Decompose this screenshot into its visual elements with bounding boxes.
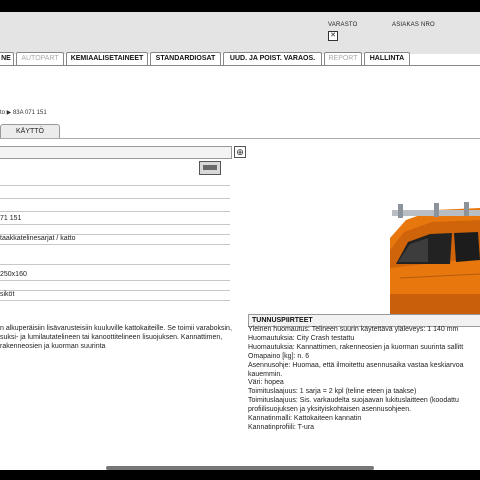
product-search-input[interactable] [0, 146, 232, 159]
feature-line: Huomautuksia: City Crash testattu [248, 334, 355, 342]
tab-report[interactable]: REPORT [324, 52, 362, 65]
tab-uud-ja-poist-varaos[interactable]: UUD. JA POIST. VARAOS. [223, 52, 322, 65]
feature-line: Toimituslaajuus: 1 sarja = 2 kpl (teline… [248, 388, 417, 396]
expand-plus-icon[interactable]: ⊕ [234, 146, 246, 158]
feature-line: Yleinen huomautus: Telineen suurin käyte… [248, 326, 459, 333]
tab-bar-divider [0, 65, 480, 66]
detail-field [0, 201, 230, 212]
detail-field [0, 188, 230, 199]
detail-field [0, 175, 230, 186]
main-tab-bar: NE AUTOPART KEMIAALISETAINEET STANDARDIO… [0, 52, 480, 66]
feature-line: profiilisuojuksen ja yksityiskohtaisen a… [248, 406, 412, 414]
feature-line: Väri: hopea [248, 379, 284, 387]
feature-line: Kannatinprofiili: T-ura [248, 423, 315, 431]
subtab-divider [0, 138, 480, 139]
tab-standardiosat[interactable]: STANDARDIOSAT [150, 52, 221, 65]
varasto-checkbox[interactable]: ✕ [328, 31, 338, 41]
tunnuspiirteet-list: Yleinen huomautus: Telineen suurin käyte… [248, 326, 480, 433]
feature-line: Kannatinmalli: Kattokaiteen kannatin [248, 415, 362, 423]
feature-line: Toimituslaajuus: Sis. varkaudelta suojaa… [248, 397, 459, 405]
tab-autopart[interactable]: AUTOPART [16, 52, 64, 65]
home-indicator[interactable] [106, 466, 374, 470]
feature-line: Huomautuksia: Kannattimen, rakenneosien … [248, 343, 464, 351]
tab-kaytto[interactable]: KÄYTTÖ [0, 124, 60, 139]
breadcrumb[interactable]: to ▶ 83A 071 151 [0, 109, 47, 116]
product-photo [390, 198, 480, 322]
asiakas-nro-label: ASIAKAS NRO [392, 22, 435, 28]
app-window: VARASTO ASIAKAS NRO ✕ NE AUTOPART KEMIAA… [0, 12, 480, 470]
tab-ne[interactable]: NE [0, 52, 14, 65]
detail-field-parts: siköt [0, 290, 230, 301]
detail-field [0, 254, 230, 265]
keyboard-icon[interactable] [199, 161, 221, 175]
product-description: n alkuperäisiin lisävarusteisiin kuuluvi… [0, 325, 232, 350]
tab-kemiaaliset-aineet[interactable]: KEMIAALISETAINEET [66, 52, 148, 65]
feature-line: kauemmin. [248, 370, 283, 378]
varasto-label: VARASTO [328, 22, 358, 28]
tab-hallinta[interactable]: HALLINTA [364, 52, 410, 65]
detail-field-category: taakkatelinesarjat / katto [0, 234, 230, 245]
feature-line: Omapaino [kg]: n. 6 [248, 352, 310, 360]
top-header-bar: VARASTO ASIAKAS NRO ✕ [0, 12, 480, 54]
feature-line: Asennusohje: Huomaa, että ilmoitettu ase… [248, 361, 464, 369]
